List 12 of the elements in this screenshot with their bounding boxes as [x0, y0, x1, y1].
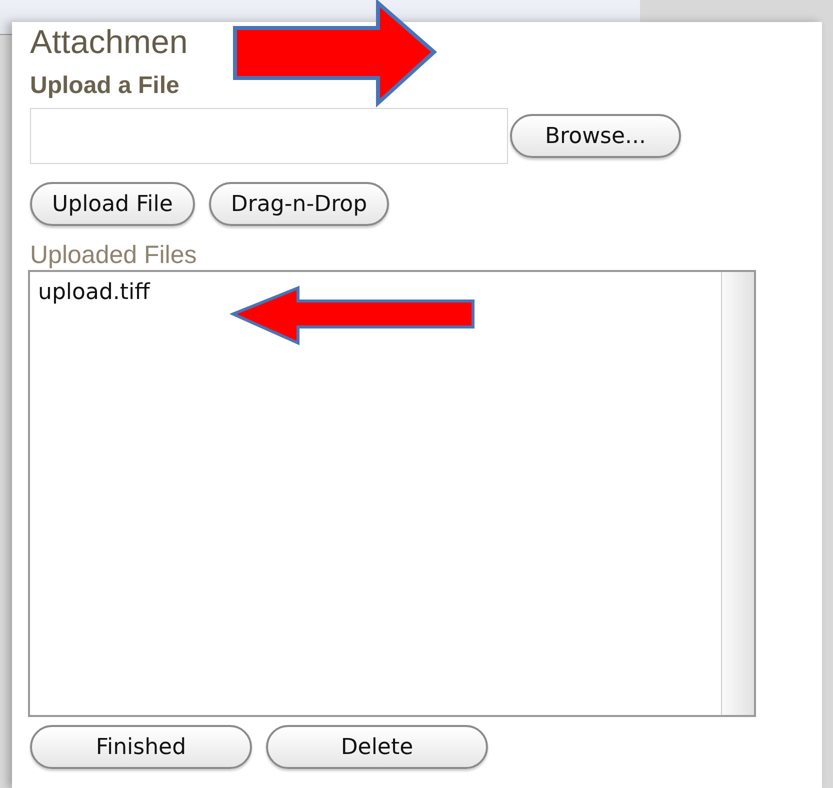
list-label: Uploaded Files	[30, 240, 198, 270]
action-button[interactable]: Upload File	[30, 182, 195, 226]
action-button[interactable]: Delete	[266, 725, 488, 769]
scrollbar[interactable]	[721, 272, 754, 715]
browse-button[interactable]: Browse...	[510, 114, 681, 158]
file-field[interactable]	[30, 108, 508, 164]
file-item[interactable]: upload.tiff	[38, 278, 713, 308]
file-list[interactable]: upload.tiff	[28, 270, 756, 717]
panel-title: Attachmen	[30, 22, 189, 62]
action-button[interactable]: Finished	[30, 725, 252, 769]
action-button[interactable]: Drag-n-Drop	[208, 182, 390, 226]
section-heading: Upload a File	[30, 72, 180, 100]
